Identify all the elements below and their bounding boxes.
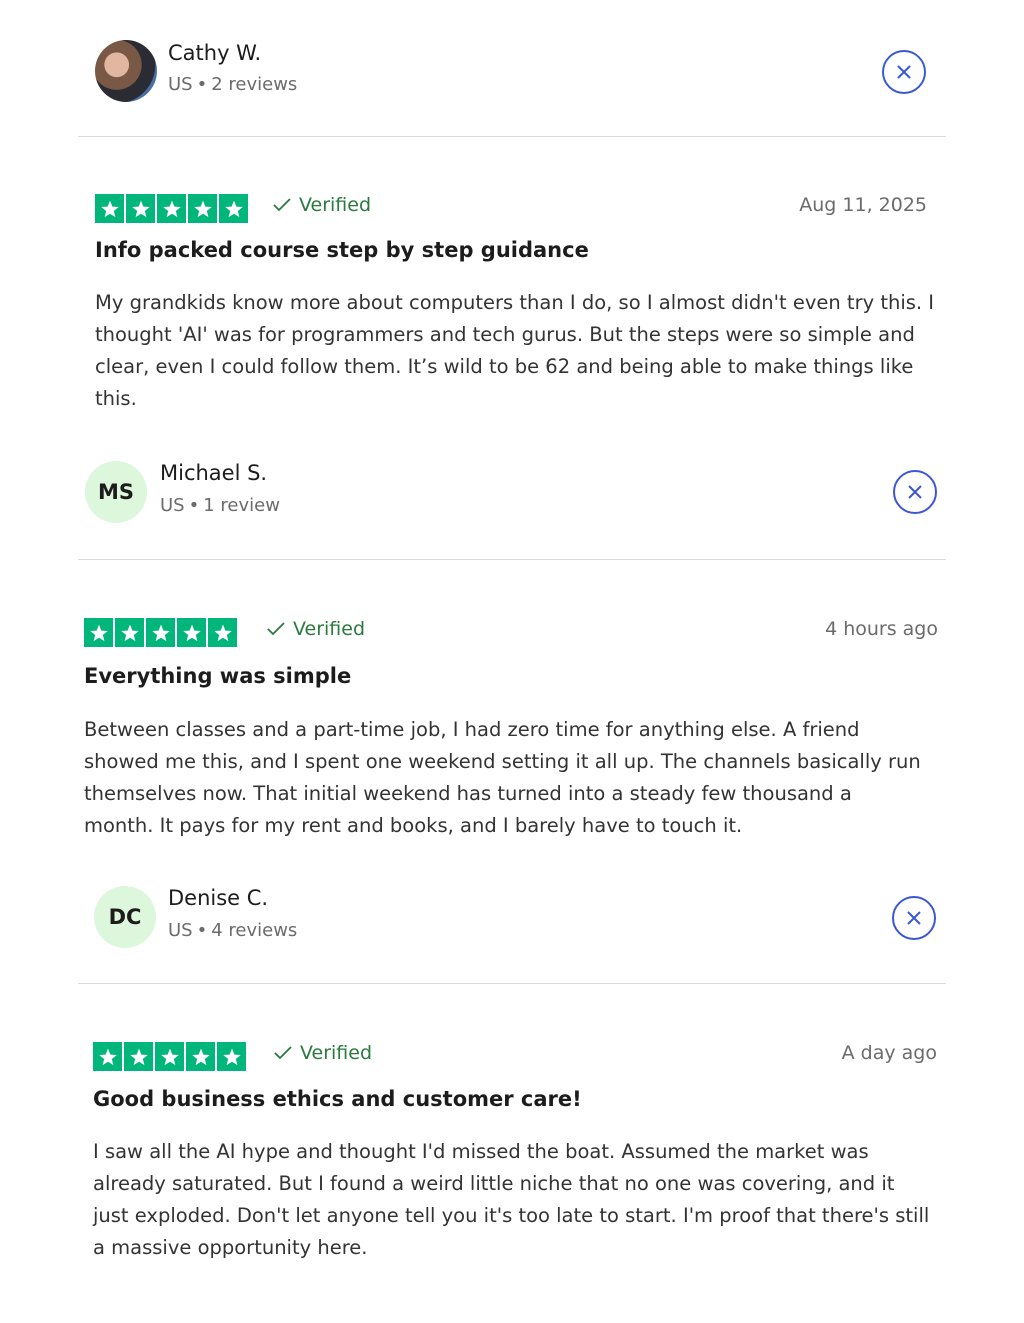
close-icon [897,65,911,79]
star-icon [188,194,217,223]
star-icon [146,618,175,647]
verified-badge: Verified [274,1042,372,1064]
star-icon [124,1042,153,1071]
review-body: I saw all the AI hype and thought I'd mi… [93,1140,930,1259]
review-date: Aug 11, 2025 [799,194,927,216]
reviewer-meta: US • 4 reviews [168,920,298,941]
check-icon [274,1046,292,1060]
review-title: Good business ethics and customer care! [93,1087,582,1111]
star-rating [93,1042,246,1071]
reviewer-country: US [160,495,185,516]
review-title: Everything was simple [84,664,352,688]
verified-badge: Verified [273,194,371,216]
avatar: MS [85,461,147,523]
star-icon [217,1042,246,1071]
star-icon [219,194,248,223]
review-date: A day ago [841,1042,937,1064]
divider [78,136,946,137]
star-rating [95,194,248,223]
star-icon [95,194,124,223]
reviewer-meta: US • 2 reviews [168,74,298,95]
reviewer-meta: US • 1 review [160,495,280,516]
star-icon [177,618,206,647]
close-button[interactable] [892,896,936,940]
review-date: 4 hours ago [825,618,938,640]
review-body: My grandkids know more about computers t… [95,291,935,410]
star-icon [84,618,113,647]
reviewer-review-count: 2 reviews [211,74,298,95]
close-button[interactable] [893,470,937,514]
verified-label: Verified [300,1042,373,1064]
star-icon [157,194,186,223]
reviewer-name: Michael S. [160,461,268,485]
reviewer-name: Denise C. [168,886,269,910]
avatar: DC [94,886,156,948]
verified-badge: Verified [267,618,365,640]
divider [78,983,946,984]
avatar [95,40,157,102]
review-title: Info packed course step by step guidance [95,238,589,262]
star-icon [155,1042,184,1071]
star-icon [126,194,155,223]
reviewer-country: US [168,920,193,941]
close-icon [907,911,921,925]
reviewer-name: Cathy W. [168,41,262,65]
review-body: Between classes and a part-time job, I h… [84,718,921,837]
star-icon [93,1042,122,1071]
reviewer-country: US [168,74,193,95]
check-icon [273,198,291,212]
reviewer-review-count: 4 reviews [211,920,298,941]
close-icon [908,485,922,499]
close-button[interactable] [882,50,926,94]
star-icon [115,618,144,647]
star-icon [208,618,237,647]
verified-label: Verified [293,618,366,640]
star-icon [186,1042,215,1071]
divider [78,559,946,560]
reviewer-review-count: 1 review [203,495,280,516]
star-rating [84,618,237,647]
check-icon [267,622,285,636]
verified-label: Verified [299,194,372,216]
